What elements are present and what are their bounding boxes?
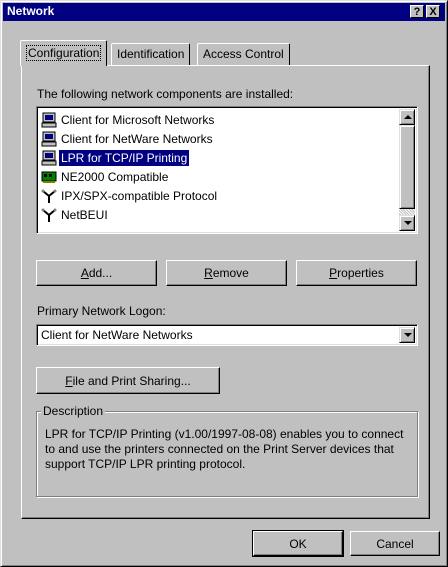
window-title: Network [7, 4, 55, 18]
properties-button[interactable]: Properties [296, 260, 417, 286]
help-button[interactable]: ? [410, 5, 424, 18]
list-item[interactable]: IPX/SPX-compatible Protocol [39, 186, 403, 205]
logon-select-value: Client for NetWare Networks [41, 328, 193, 342]
arrow-down-icon [404, 221, 412, 225]
list-item[interactable]: Client for Microsoft Networks [39, 110, 403, 129]
tab-access-control-label: Access Control [203, 47, 284, 61]
computer-icon [41, 112, 57, 127]
computer-icon [41, 150, 57, 165]
cancel-button-label: Cancel [376, 536, 414, 551]
scroll-thumb[interactable] [399, 125, 415, 209]
components-label-text: The following network components are ins… [37, 87, 294, 101]
description-text: LPR for TCP/IP Printing (v1.00/1997-08-0… [45, 427, 404, 471]
logon-select[interactable]: Client for NetWare Networks [36, 324, 418, 346]
list-item[interactable]: NetBEUI [39, 205, 403, 224]
close-button[interactable]: X [426, 5, 440, 18]
tab-identification-label: Identification [117, 47, 185, 61]
computer-icon [41, 131, 57, 146]
logon-label-text: Primary Network Logon: [37, 304, 166, 318]
dropdown-button[interactable] [399, 327, 415, 343]
tab-identification[interactable]: Identification [111, 43, 191, 65]
arrow-up-icon [404, 115, 412, 119]
ok-button[interactable]: OK [252, 530, 344, 557]
protocol-icon [41, 189, 57, 203]
file-print-sharing-button[interactable]: File and Print Sharing... [36, 367, 220, 394]
list-item-label: NetBEUI [61, 207, 108, 222]
add-button-label: Add... [80, 266, 113, 280]
properties-button-label: Properties [329, 266, 384, 280]
components-label: The following network components are ins… [37, 87, 293, 101]
remove-button[interactable]: Remove [166, 260, 287, 286]
list-item-label: IPX/SPX-compatible Protocol [61, 188, 218, 203]
scroll-down-button[interactable] [399, 215, 415, 231]
tab-access-control[interactable]: Access Control [197, 43, 290, 65]
file-print-sharing-label: File and Print Sharing... [65, 373, 191, 388]
scroll-up-button[interactable] [399, 109, 415, 125]
list-item[interactable]: Client for NetWare Networks [39, 129, 403, 148]
add-button[interactable]: Add... [36, 260, 157, 286]
protocol-icon [41, 208, 57, 222]
list-item[interactable]: LPR for TCP/IP Printing [39, 148, 403, 167]
title-bar[interactable]: Network ? X [3, 3, 445, 21]
description-title: Description [41, 404, 106, 418]
list-item-label: Client for Microsoft Networks [61, 112, 215, 127]
cancel-button[interactable]: Cancel [350, 531, 440, 556]
list-scrollbar[interactable] [399, 109, 415, 231]
logon-label: Primary Network Logon: [37, 304, 166, 318]
network-dialog: Network ? X Configuration Identification… [0, 0, 448, 567]
ok-button-label: OK [289, 536, 307, 551]
remove-button-label: Remove [204, 266, 249, 280]
chevron-down-icon [404, 333, 412, 337]
network-card-icon [41, 171, 57, 183]
components-list[interactable]: Client for Microsoft Networks Client for… [36, 106, 418, 234]
list-item[interactable]: NE2000 Compatible [39, 167, 403, 186]
tab-configuration-label: Configuration [26, 45, 102, 61]
tab-configuration[interactable]: Configuration [20, 40, 108, 66]
list-item-label: Client for NetWare Networks [61, 131, 213, 146]
list-item-label: LPR for TCP/IP Printing [59, 149, 190, 166]
list-item-label: NE2000 Compatible [61, 169, 169, 184]
